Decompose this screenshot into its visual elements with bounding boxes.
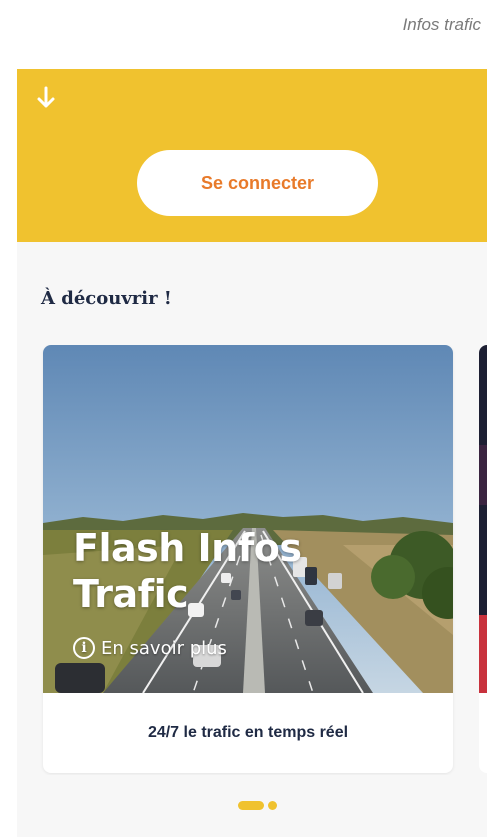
promo-card[interactable]: Flash Infos Trafic i En savoir plus 24/7… — [43, 345, 453, 773]
card-caption: 24/7 le trafic en temps réel — [147, 724, 349, 741]
section-title: À découvrir ! — [41, 288, 172, 309]
header-banner: Se connecter — [17, 69, 487, 242]
app-screen: Se connecter À découvrir ! Flash Infos T… — [17, 69, 487, 837]
learn-more-label: En savoir plus — [101, 637, 227, 659]
arrow-down-icon[interactable] — [35, 85, 57, 111]
learn-more-link[interactable]: i En savoir plus — [73, 637, 227, 659]
pager-dot-active[interactable] — [238, 801, 264, 810]
login-button[interactable]: Se connecter — [137, 150, 378, 216]
page-label: Infos trafic — [402, 15, 481, 34]
info-icon: i — [73, 637, 95, 659]
pager-dot[interactable] — [268, 801, 277, 810]
card-headline: Flash Infos Trafic — [73, 526, 302, 616]
discover-carousel[interactable]: Flash Infos Trafic i En savoir plus 24/7… — [17, 345, 487, 775]
carousel-pager — [238, 801, 277, 810]
next-card-peek[interactable] — [479, 345, 487, 773]
